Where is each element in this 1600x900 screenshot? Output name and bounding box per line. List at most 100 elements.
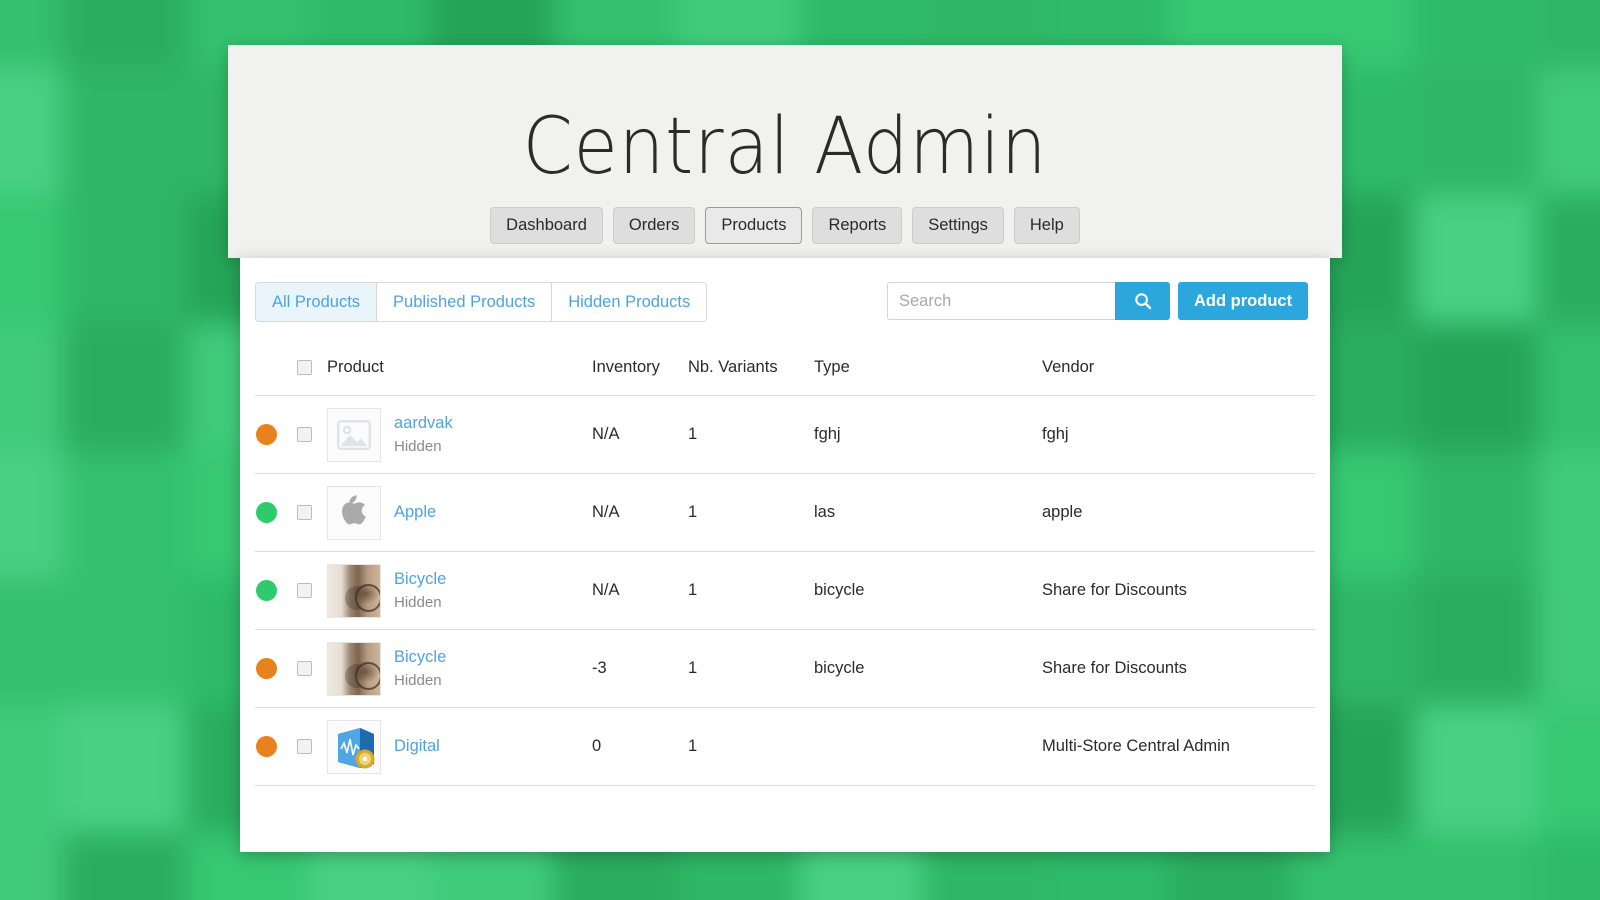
status-dot-orange <box>256 424 277 445</box>
product-name-link[interactable]: Bicycle <box>394 568 446 592</box>
nav-button-dashboard[interactable]: Dashboard <box>490 207 603 244</box>
table-body: aardvakHiddenN/A1fghjfghjAppleN/A1lasapp… <box>255 396 1315 786</box>
row-inventory-cell: N/A <box>592 474 688 552</box>
nav-button-reports[interactable]: Reports <box>812 207 902 244</box>
product-status-label: Hidden <box>394 436 453 458</box>
search-input[interactable] <box>887 282 1115 320</box>
row-select-cell <box>297 396 327 474</box>
th-product[interactable]: Product <box>327 358 592 396</box>
row-type-cell: las <box>814 474 1042 552</box>
status-dot-green <box>256 580 277 601</box>
header-panel: Central Admin Dashboard Orders Products Rep… <box>228 45 1342 258</box>
row-status-cell <box>255 708 297 786</box>
main-navigation: Dashboard Orders Products Reports Settings He… <box>228 207 1342 244</box>
table-header: Product Inventory Nb. Variants Type Vend… <box>255 358 1315 396</box>
th-type[interactable]: Type <box>814 358 1042 396</box>
row-variants-cell: 1 <box>688 474 814 552</box>
software-box-icon <box>330 724 378 770</box>
row-checkbox[interactable] <box>297 661 312 676</box>
th-vendor[interactable]: Vendor <box>1042 358 1315 396</box>
row-product-cell: aardvakHidden <box>327 396 592 474</box>
photo-thumbnail-image <box>328 565 380 617</box>
row-type-cell: bicycle <box>814 552 1042 630</box>
row-inventory-cell: N/A <box>592 396 688 474</box>
row-vendor-cell: Multi-Store Central Admin <box>1042 708 1315 786</box>
th-select-all <box>297 358 327 396</box>
product-status-label: Hidden <box>394 592 446 614</box>
products-table: Product Inventory Nb. Variants Type Vend… <box>255 358 1315 786</box>
product-name-link[interactable]: Digital <box>394 735 440 759</box>
row-checkbox[interactable] <box>297 427 312 442</box>
th-variants[interactable]: Nb. Variants <box>688 358 814 396</box>
row-inventory-cell: -3 <box>592 630 688 708</box>
filter-tab-published-products[interactable]: Published Products <box>377 283 552 321</box>
search-button[interactable] <box>1115 282 1170 320</box>
row-inventory-cell: 0 <box>592 708 688 786</box>
table-row[interactable]: aardvakHiddenN/A1fghjfghj <box>255 396 1315 474</box>
image-placeholder-icon <box>337 420 371 450</box>
row-vendor-cell: Share for Discounts <box>1042 552 1315 630</box>
product-thumbnail <box>327 642 381 696</box>
row-vendor-cell: fghj <box>1042 396 1315 474</box>
row-variants-cell: 1 <box>688 396 814 474</box>
row-product-cell: BicycleHidden <box>327 552 592 630</box>
select-all-checkbox[interactable] <box>297 360 312 375</box>
apple-logo-icon <box>338 494 370 532</box>
row-vendor-cell: apple <box>1042 474 1315 552</box>
filter-tab-hidden-products[interactable]: Hidden Products <box>552 283 706 321</box>
nav-button-help[interactable]: Help <box>1014 207 1080 244</box>
row-variants-cell: 1 <box>688 552 814 630</box>
products-card: All ProductsPublished ProductsHidden Pro… <box>240 258 1330 852</box>
row-select-cell <box>297 630 327 708</box>
table-row[interactable]: Apple N/A1lasapple <box>255 474 1315 552</box>
row-checkbox[interactable] <box>297 739 312 754</box>
row-product-cell: Digital <box>327 708 592 786</box>
row-type-cell: fghj <box>814 396 1042 474</box>
row-status-cell <box>255 630 297 708</box>
product-thumbnail <box>327 408 381 462</box>
th-status <box>255 358 297 396</box>
table-header-row: Product Inventory Nb. Variants Type Vend… <box>255 358 1315 396</box>
row-select-cell <box>297 474 327 552</box>
search-group: Add product <box>887 282 1308 320</box>
row-inventory-cell: N/A <box>592 552 688 630</box>
add-product-button[interactable]: Add product <box>1178 282 1308 320</box>
product-thumbnail <box>327 486 381 540</box>
row-select-cell <box>297 552 327 630</box>
row-variants-cell: 1 <box>688 708 814 786</box>
screen: Central Admin Dashboard Orders Products Rep… <box>0 0 1600 900</box>
nav-button-products[interactable]: Products <box>705 207 802 244</box>
product-name-link[interactable]: aardvak <box>394 412 453 436</box>
row-type-cell <box>814 708 1042 786</box>
row-vendor-cell: Share for Discounts <box>1042 630 1315 708</box>
row-product-cell: Apple <box>327 474 592 552</box>
table-row[interactable]: BicycleHidden-31bicycleShare for Discoun… <box>255 630 1315 708</box>
nav-button-orders[interactable]: Orders <box>613 207 695 244</box>
product-thumbnail <box>327 564 381 618</box>
th-inventory[interactable]: Inventory <box>592 358 688 396</box>
status-dot-orange <box>256 658 277 679</box>
row-select-cell <box>297 708 327 786</box>
status-dot-green <box>256 502 277 523</box>
row-checkbox[interactable] <box>297 505 312 520</box>
row-type-cell: bicycle <box>814 630 1042 708</box>
row-variants-cell: 1 <box>688 630 814 708</box>
row-status-cell <box>255 552 297 630</box>
row-product-cell: BicycleHidden <box>327 630 592 708</box>
search-icon <box>1134 292 1152 310</box>
row-status-cell <box>255 474 297 552</box>
product-name-link[interactable]: Apple <box>394 501 436 525</box>
row-checkbox[interactable] <box>297 583 312 598</box>
page-title: Central Admin <box>273 105 1298 189</box>
product-thumbnail <box>327 720 381 774</box>
table-row[interactable]: Digital 01 Multi-Store Central Admin <box>255 708 1315 786</box>
products-toolbar: All ProductsPublished ProductsHidden Pro… <box>240 282 1330 320</box>
row-status-cell <box>255 396 297 474</box>
photo-thumbnail-image <box>328 643 380 695</box>
filter-tab-all-products[interactable]: All Products <box>256 283 377 321</box>
nav-button-settings[interactable]: Settings <box>912 207 1004 244</box>
product-name-link[interactable]: Bicycle <box>394 646 446 670</box>
table-row[interactable]: BicycleHiddenN/A1bicycleShare for Discou… <box>255 552 1315 630</box>
product-status-label: Hidden <box>394 670 446 692</box>
product-filter-tabs: All ProductsPublished ProductsHidden Pro… <box>255 282 707 322</box>
